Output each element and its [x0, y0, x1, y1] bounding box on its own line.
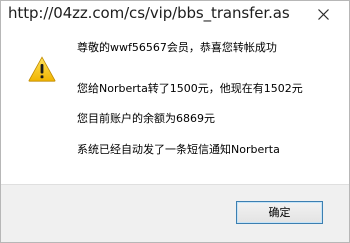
message-line-4: 系统已经自动发了一条短信通知Norberta	[77, 143, 280, 156]
window-title: http://04zz.com/cs/vip/bbs_transfer.asp?…	[8, 4, 290, 22]
alert-dialog: http://04zz.com/cs/vip/bbs_transfer.asp?…	[0, 0, 350, 243]
message-line-3: 您目前账户的余额为6869元	[77, 112, 215, 125]
ok-button[interactable]: 确定	[236, 201, 323, 224]
message-line-1: 尊敬的wwf56567会员，恭喜您转帐成功	[77, 41, 277, 54]
close-button[interactable]	[305, 1, 341, 23]
close-icon	[317, 9, 329, 20]
dialog-footer: 确定	[1, 184, 349, 242]
warning-icon	[28, 56, 56, 82]
title-bar: http://04zz.com/cs/vip/bbs_transfer.asp?…	[1, 1, 349, 27]
dialog-body: 尊敬的wwf56567会员，恭喜您转帐成功 您给Norberta转了1500元，…	[1, 27, 349, 184]
message-line-2: 您给Norberta转了1500元，他现在有1502元	[77, 82, 303, 95]
